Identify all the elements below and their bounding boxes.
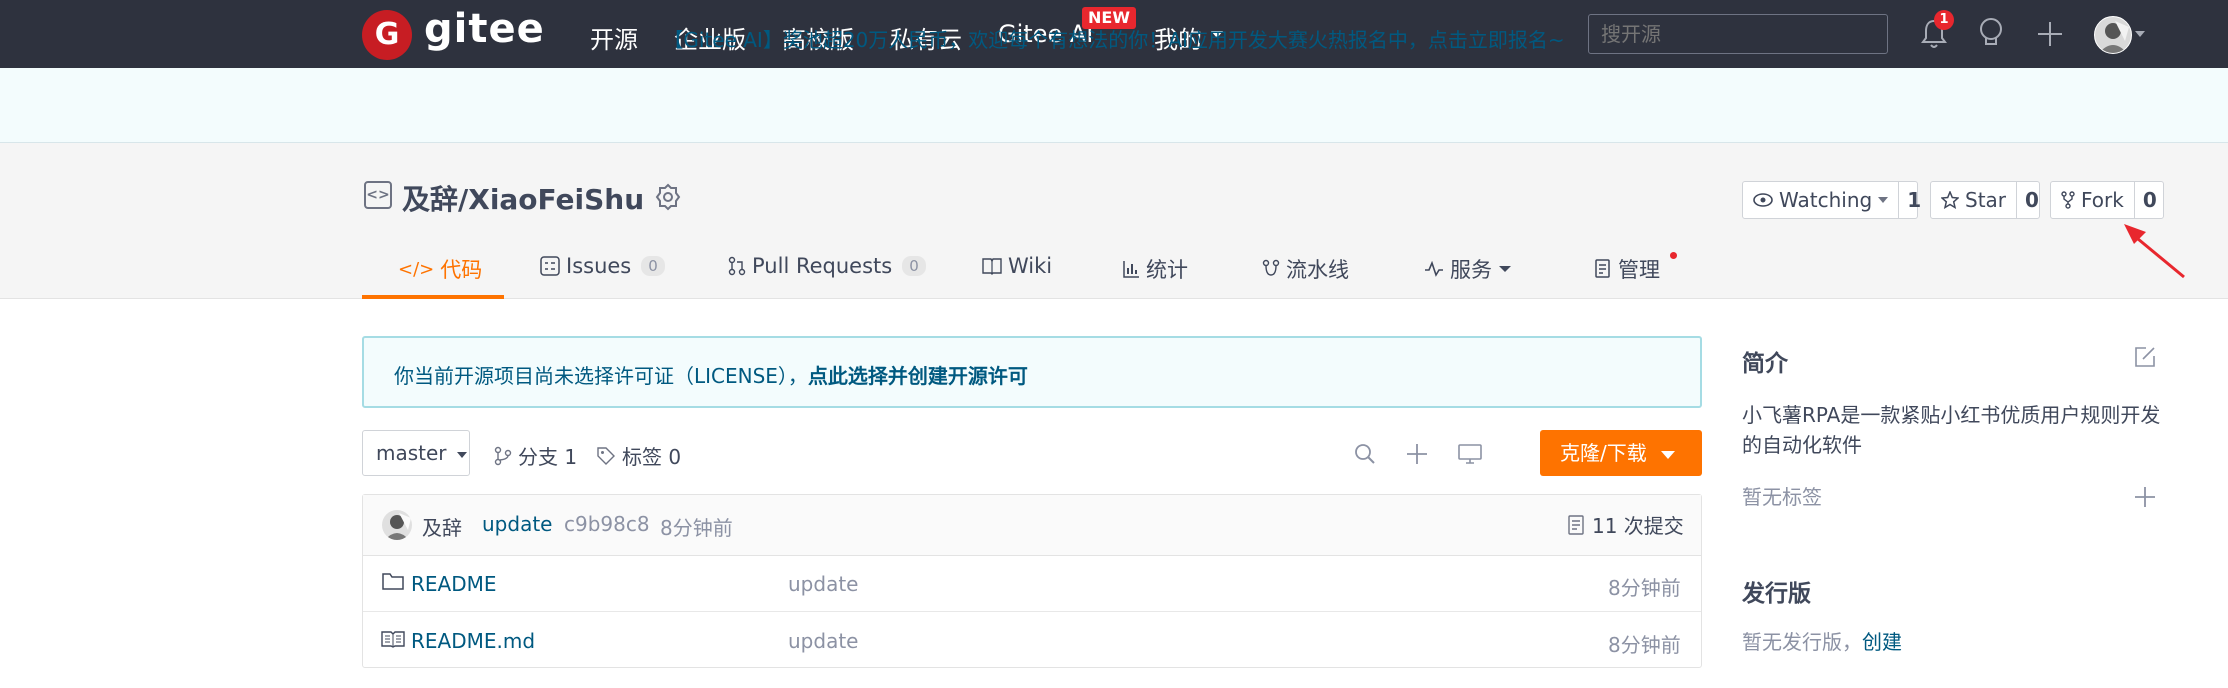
clone-label: 克隆/下载 xyxy=(1560,441,1647,465)
verified-badge-icon[interactable] xyxy=(654,183,682,211)
clone-download-button[interactable]: 克隆/下载 xyxy=(1540,430,1702,476)
commit-author[interactable]: 及辞 xyxy=(422,512,462,541)
wiki-book-icon xyxy=(982,258,1002,275)
file-commit-time: 8分钟前 xyxy=(1608,576,1681,600)
issues-count-badge: 0 xyxy=(641,256,665,276)
code-repo-icon: <> xyxy=(364,181,392,209)
tab-pipeline[interactable]: 流水线 xyxy=(1262,254,1349,284)
chevron-down-icon xyxy=(1878,197,1889,203)
commit-hash[interactable]: c9b98c8 xyxy=(564,512,650,536)
add-file-icon[interactable] xyxy=(1406,443,1428,465)
search-icon[interactable] xyxy=(1354,443,1376,465)
pulse-icon xyxy=(1425,261,1443,277)
issues-icon xyxy=(540,256,560,276)
bar-chart-icon xyxy=(1123,261,1139,278)
tab-services[interactable]: 服务 xyxy=(1424,254,1512,284)
announcement-bar xyxy=(0,68,2228,143)
pulls-count-badge: 0 xyxy=(902,256,926,276)
star-label: Star xyxy=(1965,188,2007,212)
tab-pipeline-label: 流水线 xyxy=(1286,258,1349,282)
branch-name: master xyxy=(376,441,447,465)
create-license-link[interactable]: 点此选择并创建开源许可 xyxy=(808,364,1028,388)
star-icon xyxy=(1941,191,1959,209)
branch-select[interactable]: master xyxy=(362,430,470,476)
tag-icon xyxy=(597,446,615,465)
row-divider xyxy=(363,611,1701,612)
code-icon: </> xyxy=(398,258,435,280)
chevron-down-icon xyxy=(456,451,467,458)
eye-icon xyxy=(1753,193,1773,207)
file-name[interactable]: README xyxy=(411,572,497,596)
tab-pull-requests[interactable]: Pull Requests 0 xyxy=(728,254,926,278)
repo-title[interactable]: 及辞/XiaoFeiShu xyxy=(402,178,644,218)
commit-message[interactable]: update xyxy=(482,512,552,536)
annotation-arrow xyxy=(2124,224,2185,279)
pipeline-icon xyxy=(1262,259,1280,276)
file-commit-message[interactable]: update xyxy=(788,572,858,596)
settings-doc-icon xyxy=(1595,259,1610,278)
tab-pulls-label: Pull Requests xyxy=(752,254,893,278)
fork-icon xyxy=(2061,191,2075,209)
branch-icon xyxy=(494,446,512,465)
web-ide-icon[interactable] xyxy=(1458,444,1482,464)
no-release-text: 暂无发行版， xyxy=(1742,630,1862,654)
tab-issues-label: Issues xyxy=(566,254,632,278)
intro-title: 简介 xyxy=(1742,351,1788,377)
watch-button-group[interactable]: Watching 1 xyxy=(1742,181,1921,219)
commit-author-avatar[interactable] xyxy=(382,510,412,540)
create-release-link[interactable]: 创建 xyxy=(1862,630,1902,654)
star-button-group[interactable]: Star 0 xyxy=(1930,181,2040,219)
star-count[interactable]: 0 xyxy=(2016,182,2047,218)
chevron-down-icon xyxy=(1661,450,1676,459)
tab-manage-label: 管理 xyxy=(1618,258,1660,282)
tab-wiki[interactable]: Wiki xyxy=(982,254,1052,278)
watch-label: Watching xyxy=(1779,188,1873,212)
commit-time: 8分钟前 xyxy=(660,516,733,540)
tab-wiki-label: Wiki xyxy=(1008,254,1053,278)
commits-doc-icon xyxy=(1568,514,1584,535)
release-info: 暂无发行版，创建 xyxy=(1742,627,1902,657)
license-notice-text: 你当前开源项目尚未选择许可证（LICENSE），点此选择并创建开源许可 xyxy=(394,360,1028,389)
no-tags-text: 暂无标签 xyxy=(1742,485,1822,509)
file-commit-message[interactable]: update xyxy=(788,629,858,653)
watch-count[interactable]: 1 xyxy=(1898,182,1929,218)
edit-icon[interactable] xyxy=(2134,346,2156,368)
tags-link[interactable]: 标签 0 xyxy=(596,441,681,470)
tab-manage[interactable]: 管理 xyxy=(1594,254,1660,284)
tab-issues[interactable]: Issues 0 xyxy=(540,254,665,278)
tab-stats-label: 统计 xyxy=(1146,258,1188,282)
pull-request-icon xyxy=(728,256,746,276)
tab-code-label: 代码 xyxy=(440,258,483,282)
license-message: 你当前开源项目尚未选择许可证（LICENSE）， xyxy=(394,364,808,388)
tab-code[interactable]: </> 代码 xyxy=(398,254,482,284)
branches-label: 分支 1 xyxy=(518,445,578,469)
commit-count: 11 次提交 xyxy=(1592,514,1684,538)
tags-label: 标签 0 xyxy=(622,445,682,469)
chevron-down-icon xyxy=(1499,266,1511,272)
file-commit-time: 8分钟前 xyxy=(1608,633,1681,657)
folder-icon xyxy=(382,573,404,590)
branches-link[interactable]: 分支 1 xyxy=(494,441,577,470)
commit-count-link[interactable]: 11 次提交 xyxy=(1568,510,1684,539)
tab-stats[interactable]: 统计 xyxy=(1122,254,1188,284)
add-tag-icon[interactable] xyxy=(2134,486,2156,508)
intro-text: 小飞薯RPA是一款紧贴小红书优质用户规则开发的自动化软件 xyxy=(1742,403,2161,457)
tab-services-label: 服务 xyxy=(1450,258,1492,282)
book-icon xyxy=(381,631,405,648)
manage-notification-dot xyxy=(1670,252,1677,259)
announcement-link[interactable]: 【Gitee AI】奖池超20万人民币，欢迎每个有想法的你！AI应用开发大赛火热… xyxy=(0,24,2228,53)
repo-header xyxy=(0,143,2228,299)
release-title: 发行版 xyxy=(1742,581,1811,607)
file-name[interactable]: README.md xyxy=(411,629,535,653)
active-tab-indicator xyxy=(362,295,504,299)
